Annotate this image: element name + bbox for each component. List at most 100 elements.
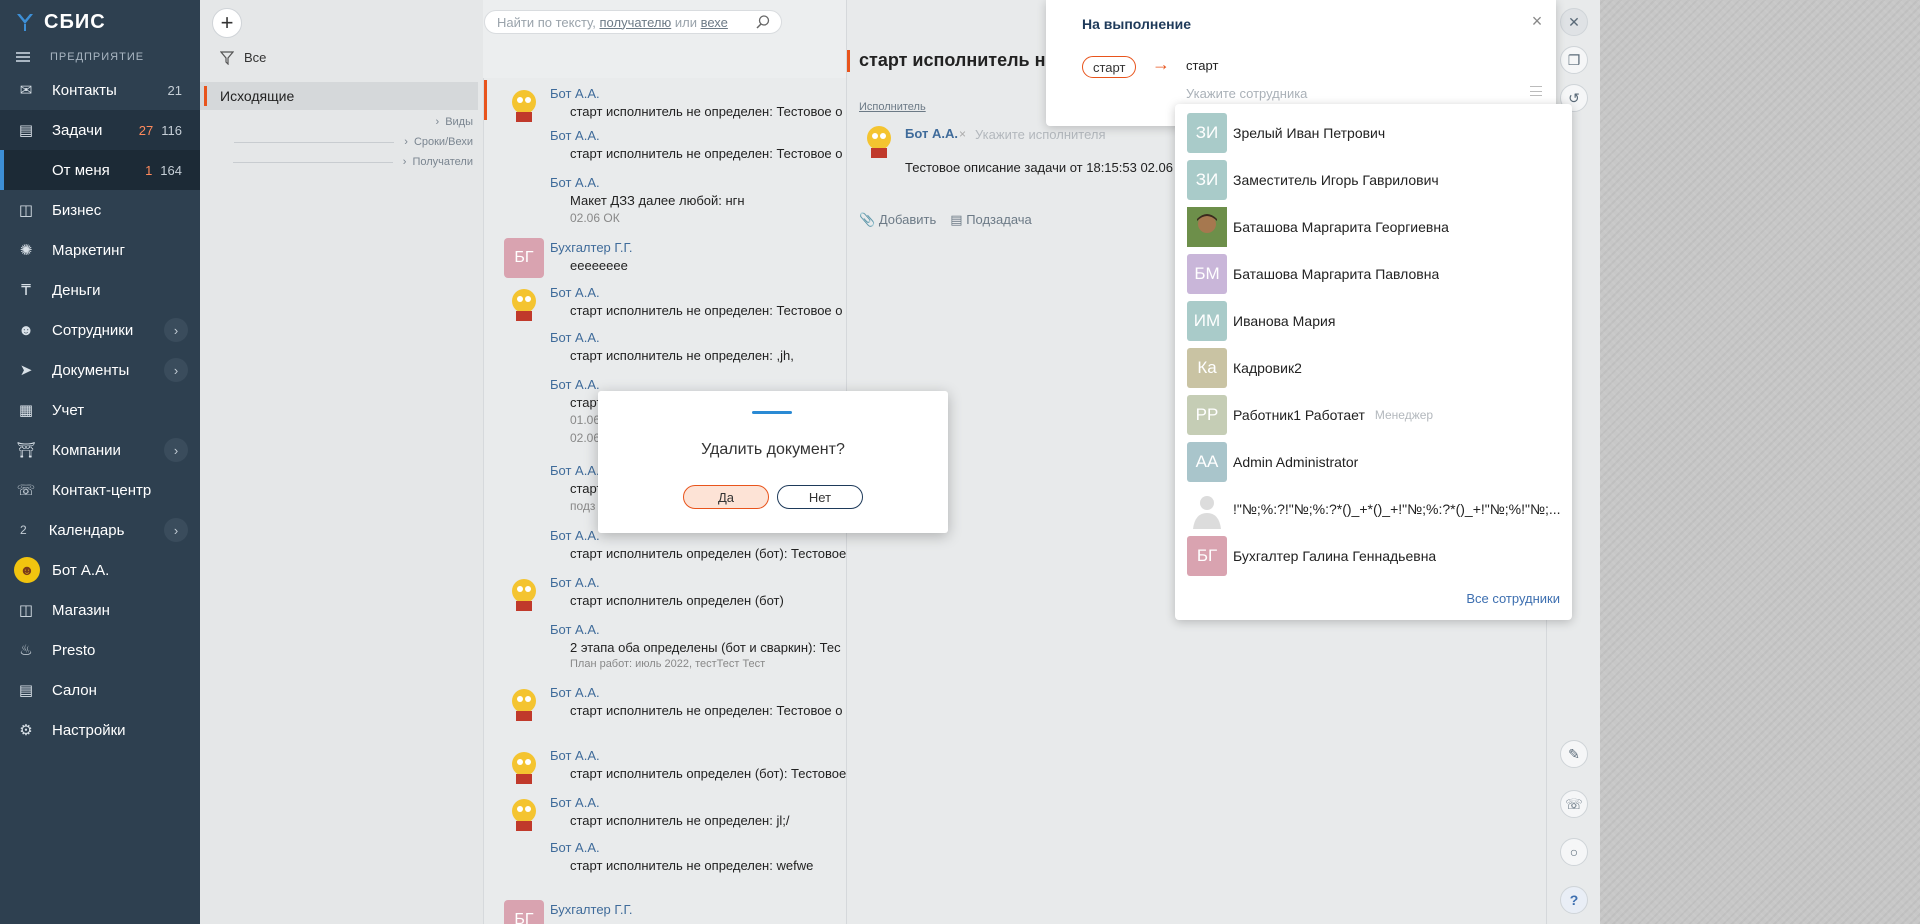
message-author[interactable]: Бот А.А. — [550, 685, 600, 700]
subfolder-types[interactable]: › Виды — [436, 116, 473, 128]
help-icon[interactable]: ? — [1560, 886, 1588, 914]
sidebar-item-label: Бот А.А. — [52, 561, 110, 579]
employee-option[interactable]: БМ Баташова Маргарита Павловна — [1187, 253, 1567, 295]
bot-avatar — [512, 799, 536, 831]
employee-name: Бухгалтер Галина Геннадьевна — [1233, 548, 1437, 564]
employee-option[interactable]: !"№;%:?!"№;%:?*()_+*()_+!"№;%:?*()_+!"№;… — [1187, 488, 1567, 530]
search-link-milestone[interactable]: вехе — [701, 15, 728, 30]
filter[interactable]: Все — [220, 50, 266, 65]
employee-option[interactable]: РР Работник1 Работает Менеджер — [1187, 394, 1567, 436]
chevron-right-icon[interactable]: › — [164, 358, 188, 382]
task-description[interactable]: Тестовое описание задачи от 18:15:53 02.… — [905, 160, 1173, 175]
from-status-chip[interactable]: старт — [1082, 56, 1137, 78]
logo-text: СБИС — [44, 10, 106, 33]
sidebar-item-settings[interactable]: ⚙ Настройки — [0, 710, 200, 750]
sidebar-item-marketing[interactable]: ✺ Маркетинг — [0, 230, 200, 270]
all-employees-link[interactable]: Все сотрудники — [1466, 591, 1560, 606]
divider — [234, 141, 395, 143]
search-input[interactable]: Найти по тексту, получателю или вехе — [484, 10, 782, 34]
message-author[interactable]: Бухгалтер Г.Г. — [550, 240, 633, 255]
search-icon[interactable] — [755, 14, 771, 30]
subfolder-label: Получатели — [412, 156, 473, 168]
message-author[interactable]: Бот А.А. — [550, 175, 600, 190]
chevron-right-icon[interactable]: › — [164, 518, 188, 542]
company-switcher[interactable]: ПРЕДПРИЯТИЕ — [0, 44, 200, 70]
note-icon[interactable]: ✎ — [1560, 740, 1588, 768]
employee-option[interactable]: ЗИ Зрелый Иван Петрович — [1187, 112, 1567, 154]
sidebar-item-employees[interactable]: ☻ Сотрудники › — [0, 310, 200, 350]
chevron-right-icon[interactable]: › — [164, 438, 188, 462]
sidebar-item-calendar[interactable]: 2 Календарь › — [0, 510, 200, 550]
message-text: старт исполнитель не определен: Тестовое… — [570, 146, 843, 161]
message-author[interactable]: Бот А.А. — [550, 86, 600, 101]
remove-executor-icon[interactable]: × — [959, 127, 966, 141]
message-author[interactable]: Бот А.А. — [550, 377, 600, 392]
sidebar-item-accounting[interactable]: ▦ Учет — [0, 390, 200, 430]
logo[interactable]: СБИС — [0, 0, 200, 44]
list-item[interactable]: Бот А.А. старт исполнитель не определен:… — [484, 80, 846, 122]
message-author[interactable]: Бот А.А. — [550, 128, 600, 143]
sidebar-item-documents[interactable]: ➤ Документы › — [0, 350, 200, 390]
attach-button[interactable]: 📎 Добавить — [859, 212, 936, 228]
chevron-right-icon: › — [435, 116, 440, 128]
avatar: БМ — [1187, 254, 1227, 294]
copy-icon[interactable]: ❐ — [1560, 46, 1588, 74]
message-author[interactable]: Бот А.А. — [550, 285, 600, 300]
task-title[interactable]: старт исполнитель не — [847, 50, 1056, 72]
employee-input[interactable]: Укажите сотрудника — [1186, 86, 1307, 101]
employee-option[interactable]: AA Admin Administrator — [1187, 441, 1567, 483]
sidebar-item-profile[interactable]: ☻ Бот А.А. — [0, 550, 200, 590]
sidebar-item-business[interactable]: ◫ Бизнес — [0, 190, 200, 230]
message-author[interactable]: Бот А.А. — [550, 840, 600, 855]
message-author[interactable]: Бот А.А. — [550, 330, 600, 345]
close-icon[interactable]: × — [1528, 12, 1546, 30]
sidebar-item-contacts[interactable]: ✉ Контакты 21 — [0, 70, 200, 110]
message-author[interactable]: Бот А.А. — [550, 622, 600, 637]
sidebar-item-money[interactable]: ₸ Деньги — [0, 270, 200, 310]
subfolder-deadlines[interactable]: › Сроки/Вехи — [234, 136, 473, 148]
employee-option[interactable]: ИМ Иванова Мария — [1187, 300, 1567, 342]
employee-option[interactable]: Ка Кадровик2 — [1187, 347, 1567, 389]
chevron-right-icon[interactable]: › — [164, 318, 188, 342]
subtask-button[interactable]: ▤ Подзадача — [950, 212, 1032, 228]
subfolder-recipients[interactable]: › Получатели — [232, 156, 473, 168]
employee-option[interactable]: ЗИ Заместитель Игорь Гаврилович — [1187, 159, 1567, 201]
employee-option[interactable]: БГ Бухгалтер Галина Геннадьевна — [1187, 535, 1567, 577]
sidebar-item-presto[interactable]: ♨ Presto — [0, 630, 200, 670]
search-link-recipient[interactable]: получателю — [600, 15, 672, 30]
list-icon[interactable] — [1530, 86, 1542, 96]
message-author[interactable]: Бот А.А. — [550, 795, 600, 810]
message-author[interactable]: Бот А.А. — [550, 463, 600, 478]
sidebar-item-shop[interactable]: ◫ Магазин — [0, 590, 200, 630]
no-button[interactable]: Нет — [777, 485, 863, 509]
counter-new: 27 — [138, 122, 154, 138]
avatar: ЗИ — [1187, 160, 1227, 200]
chat-icon[interactable]: ○ — [1560, 838, 1588, 866]
message-text: старт исполнитель не определен: ,jh, — [570, 348, 794, 363]
message-author[interactable]: Бот А.А. — [550, 528, 600, 543]
executor-label[interactable]: Исполнитель — [859, 101, 926, 113]
close-card-button[interactable]: ✕ — [1560, 8, 1588, 36]
folder-outgoing[interactable]: Исходящие — [200, 82, 478, 110]
message-author[interactable]: Бот А.А. — [550, 748, 600, 763]
menu-icon[interactable] — [16, 52, 30, 62]
sidebar-item-from-me[interactable]: От меня 1 164 — [0, 150, 200, 190]
add-task-button[interactable]: + — [212, 8, 242, 38]
employee-option[interactable]: Баташова Маргарита Георгиевна — [1187, 206, 1567, 248]
current-marker — [484, 80, 487, 120]
message-author[interactable]: Бухгалтер Г.Г. — [550, 902, 633, 917]
search-mid: или — [674, 14, 697, 30]
sidebar-item-contact-center[interactable]: ☏ Контакт-центр — [0, 470, 200, 510]
sidebar-item-salon[interactable]: ▤ Салон — [0, 670, 200, 710]
phone-icon[interactable]: ☏ — [1560, 790, 1588, 818]
bot-avatar — [512, 579, 536, 611]
sidebar-item-tasks[interactable]: ▤ Задачи 27 116 — [0, 110, 200, 150]
sidebar-item-companies[interactable]: ⛩ Компании › — [0, 430, 200, 470]
message-author[interactable]: Бот А.А. — [550, 575, 600, 590]
executor-name[interactable]: Бот А.А. — [905, 126, 958, 141]
executor-input[interactable]: Укажите исполнителя — [975, 127, 1106, 142]
message-meta: подз — [570, 499, 596, 513]
sidebar-item-label: Салон — [52, 681, 97, 699]
subfolder-label: Виды — [445, 116, 473, 128]
yes-button[interactable]: Да — [683, 485, 769, 509]
